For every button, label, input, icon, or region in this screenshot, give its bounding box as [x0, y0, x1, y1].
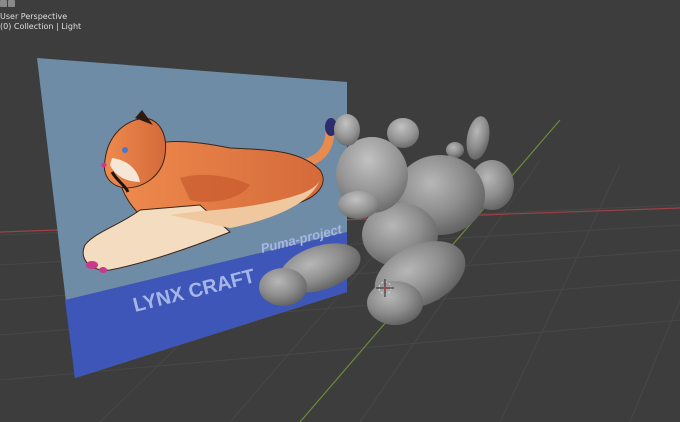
- cat-paw-pad: [86, 261, 98, 269]
- mesh-muzzle: [338, 191, 378, 219]
- cat-nose: [101, 162, 107, 168]
- mesh-front-paw-right: [367, 281, 423, 325]
- cat-eye: [122, 147, 128, 153]
- 3d-viewport[interactable]: LYNX CRAFT Puma-project: [0, 0, 680, 422]
- mesh-ear-right: [387, 118, 419, 148]
- viewport-header-icons: [0, 0, 15, 7]
- collection-info-label: (0) Collection | Light: [0, 22, 82, 31]
- editor-type-icon[interactable]: [0, 0, 7, 7]
- view-menu-icon[interactable]: [8, 0, 15, 7]
- mesh-ear-left: [334, 114, 360, 146]
- mesh-tail-base: [446, 142, 464, 158]
- view-name-label: User Perspective: [0, 12, 68, 21]
- mesh-front-paw-left: [259, 268, 307, 306]
- cat-paw-pad-small: [99, 267, 107, 273]
